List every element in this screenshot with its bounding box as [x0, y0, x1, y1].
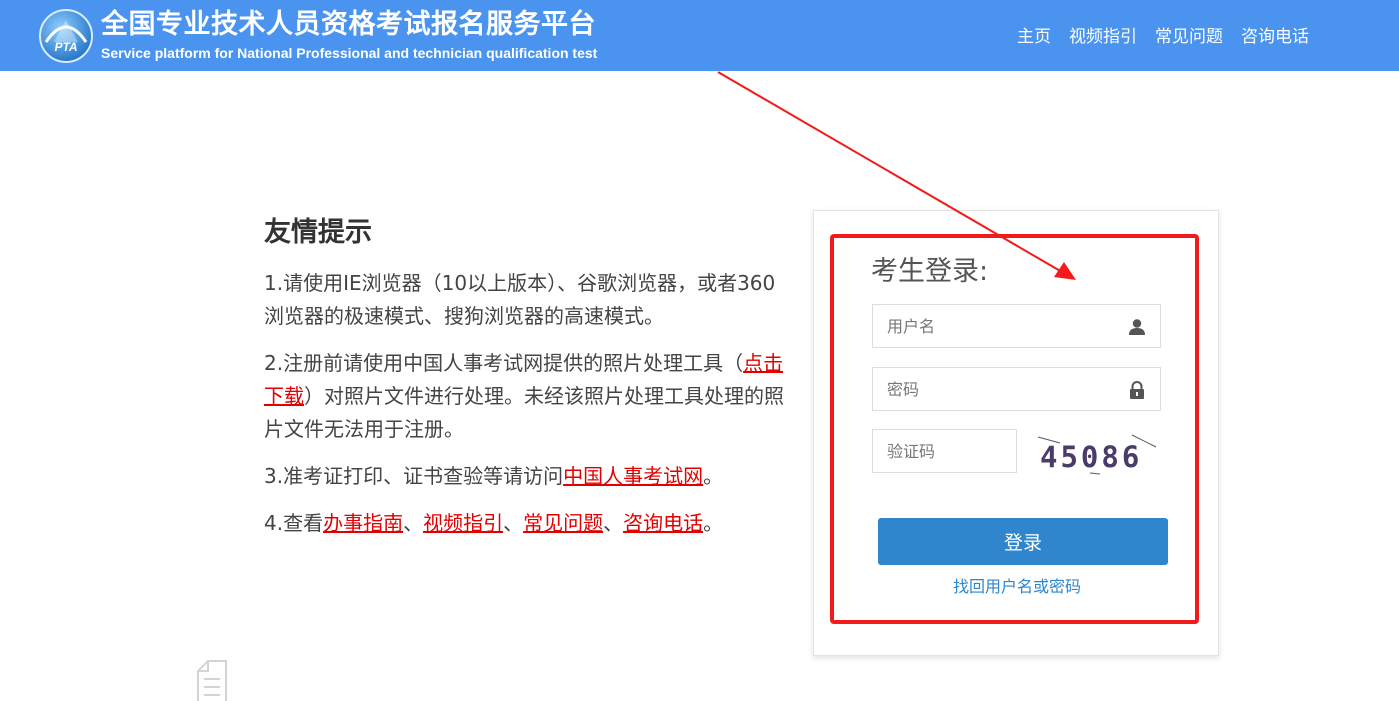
login-card: 考生登录: 45086 登录 找回用户名或密码 — [813, 210, 1219, 656]
site-title: 全国专业技术人员资格考试报名服务平台 — [101, 9, 596, 40]
tip-text: 。 — [703, 511, 724, 535]
password-field — [872, 367, 1161, 411]
logo-text: PTA — [54, 40, 77, 54]
lock-icon — [1130, 381, 1144, 399]
pta-logo[interactable]: PTA — [38, 8, 94, 64]
captcha-input[interactable] — [873, 430, 1016, 472]
password-input[interactable] — [873, 368, 1160, 410]
top-header: PTA 全国专业技术人员资格考试报名服务平台 Service platform … — [0, 0, 1399, 71]
hotline-link[interactable]: 咨询电话 — [623, 511, 703, 535]
tip-text: 3.准考证打印、证书查验等请访问 — [264, 464, 564, 488]
tip-item-3: 3.准考证打印、证书查验等请访问中国人事考试网。 — [264, 460, 789, 493]
username-field — [872, 304, 1161, 348]
tip-item-2: 2.注册前请使用中国人事考试网提供的照片处理工具（点击下载）对照片文件进行处理。… — [264, 347, 789, 446]
tip-text: 。 — [703, 464, 724, 488]
username-input[interactable] — [873, 305, 1160, 347]
separator: 、 — [603, 511, 624, 535]
nav-faq[interactable]: 常见问题 — [1155, 22, 1223, 47]
captcha-text: 45086 — [1040, 440, 1142, 474]
tip-text: 2.注册前请使用中国人事考试网提供的照片处理工具（ — [264, 351, 744, 375]
nav-home[interactable]: 主页 — [1017, 22, 1051, 47]
tip-item-1: 1.请使用IE浏览器（10以上版本）、谷歌浏览器，或者360浏览器的极速模式、搜… — [264, 271, 776, 328]
top-nav: 主页 视频指引 常见问题 咨询电话 — [1017, 22, 1309, 47]
nav-hotline[interactable]: 咨询电话 — [1241, 22, 1309, 47]
tip-text: ）对照片文件进行处理。未经该照片处理工具处理的照片文件无法用于注册。 — [264, 384, 784, 441]
tips-heading: 友情提示 — [264, 217, 372, 248]
site-subtitle: Service platform for National Profession… — [101, 45, 598, 61]
guide-link[interactable]: 办事指南 — [323, 511, 403, 535]
document-icon — [197, 660, 227, 701]
cpta-site-link[interactable]: 中国人事考试网 — [563, 464, 703, 488]
tip-text: 4.查看 — [264, 511, 324, 535]
captcha-image[interactable]: 45086 — [1036, 431, 1160, 479]
captcha-field — [872, 429, 1017, 473]
user-icon — [1129, 319, 1145, 335]
faq-link[interactable]: 常见问题 — [523, 511, 603, 535]
nav-video-guide[interactable]: 视频指引 — [1069, 22, 1137, 47]
tips-section: 友情提示 1.请使用IE浏览器（10以上版本）、谷歌浏览器，或者360浏览器的极… — [264, 210, 794, 554]
login-button[interactable]: 登录 — [878, 518, 1168, 565]
forgot-credentials-link[interactable]: 找回用户名或密码 — [814, 573, 1220, 597]
separator: 、 — [403, 511, 424, 535]
video-guide-link[interactable]: 视频指引 — [423, 511, 503, 535]
tip-item-4: 4.查看办事指南、视频指引、常见问题、咨询电话。 — [264, 507, 789, 540]
login-title: 考生登录: — [871, 256, 989, 287]
separator: 、 — [503, 511, 524, 535]
